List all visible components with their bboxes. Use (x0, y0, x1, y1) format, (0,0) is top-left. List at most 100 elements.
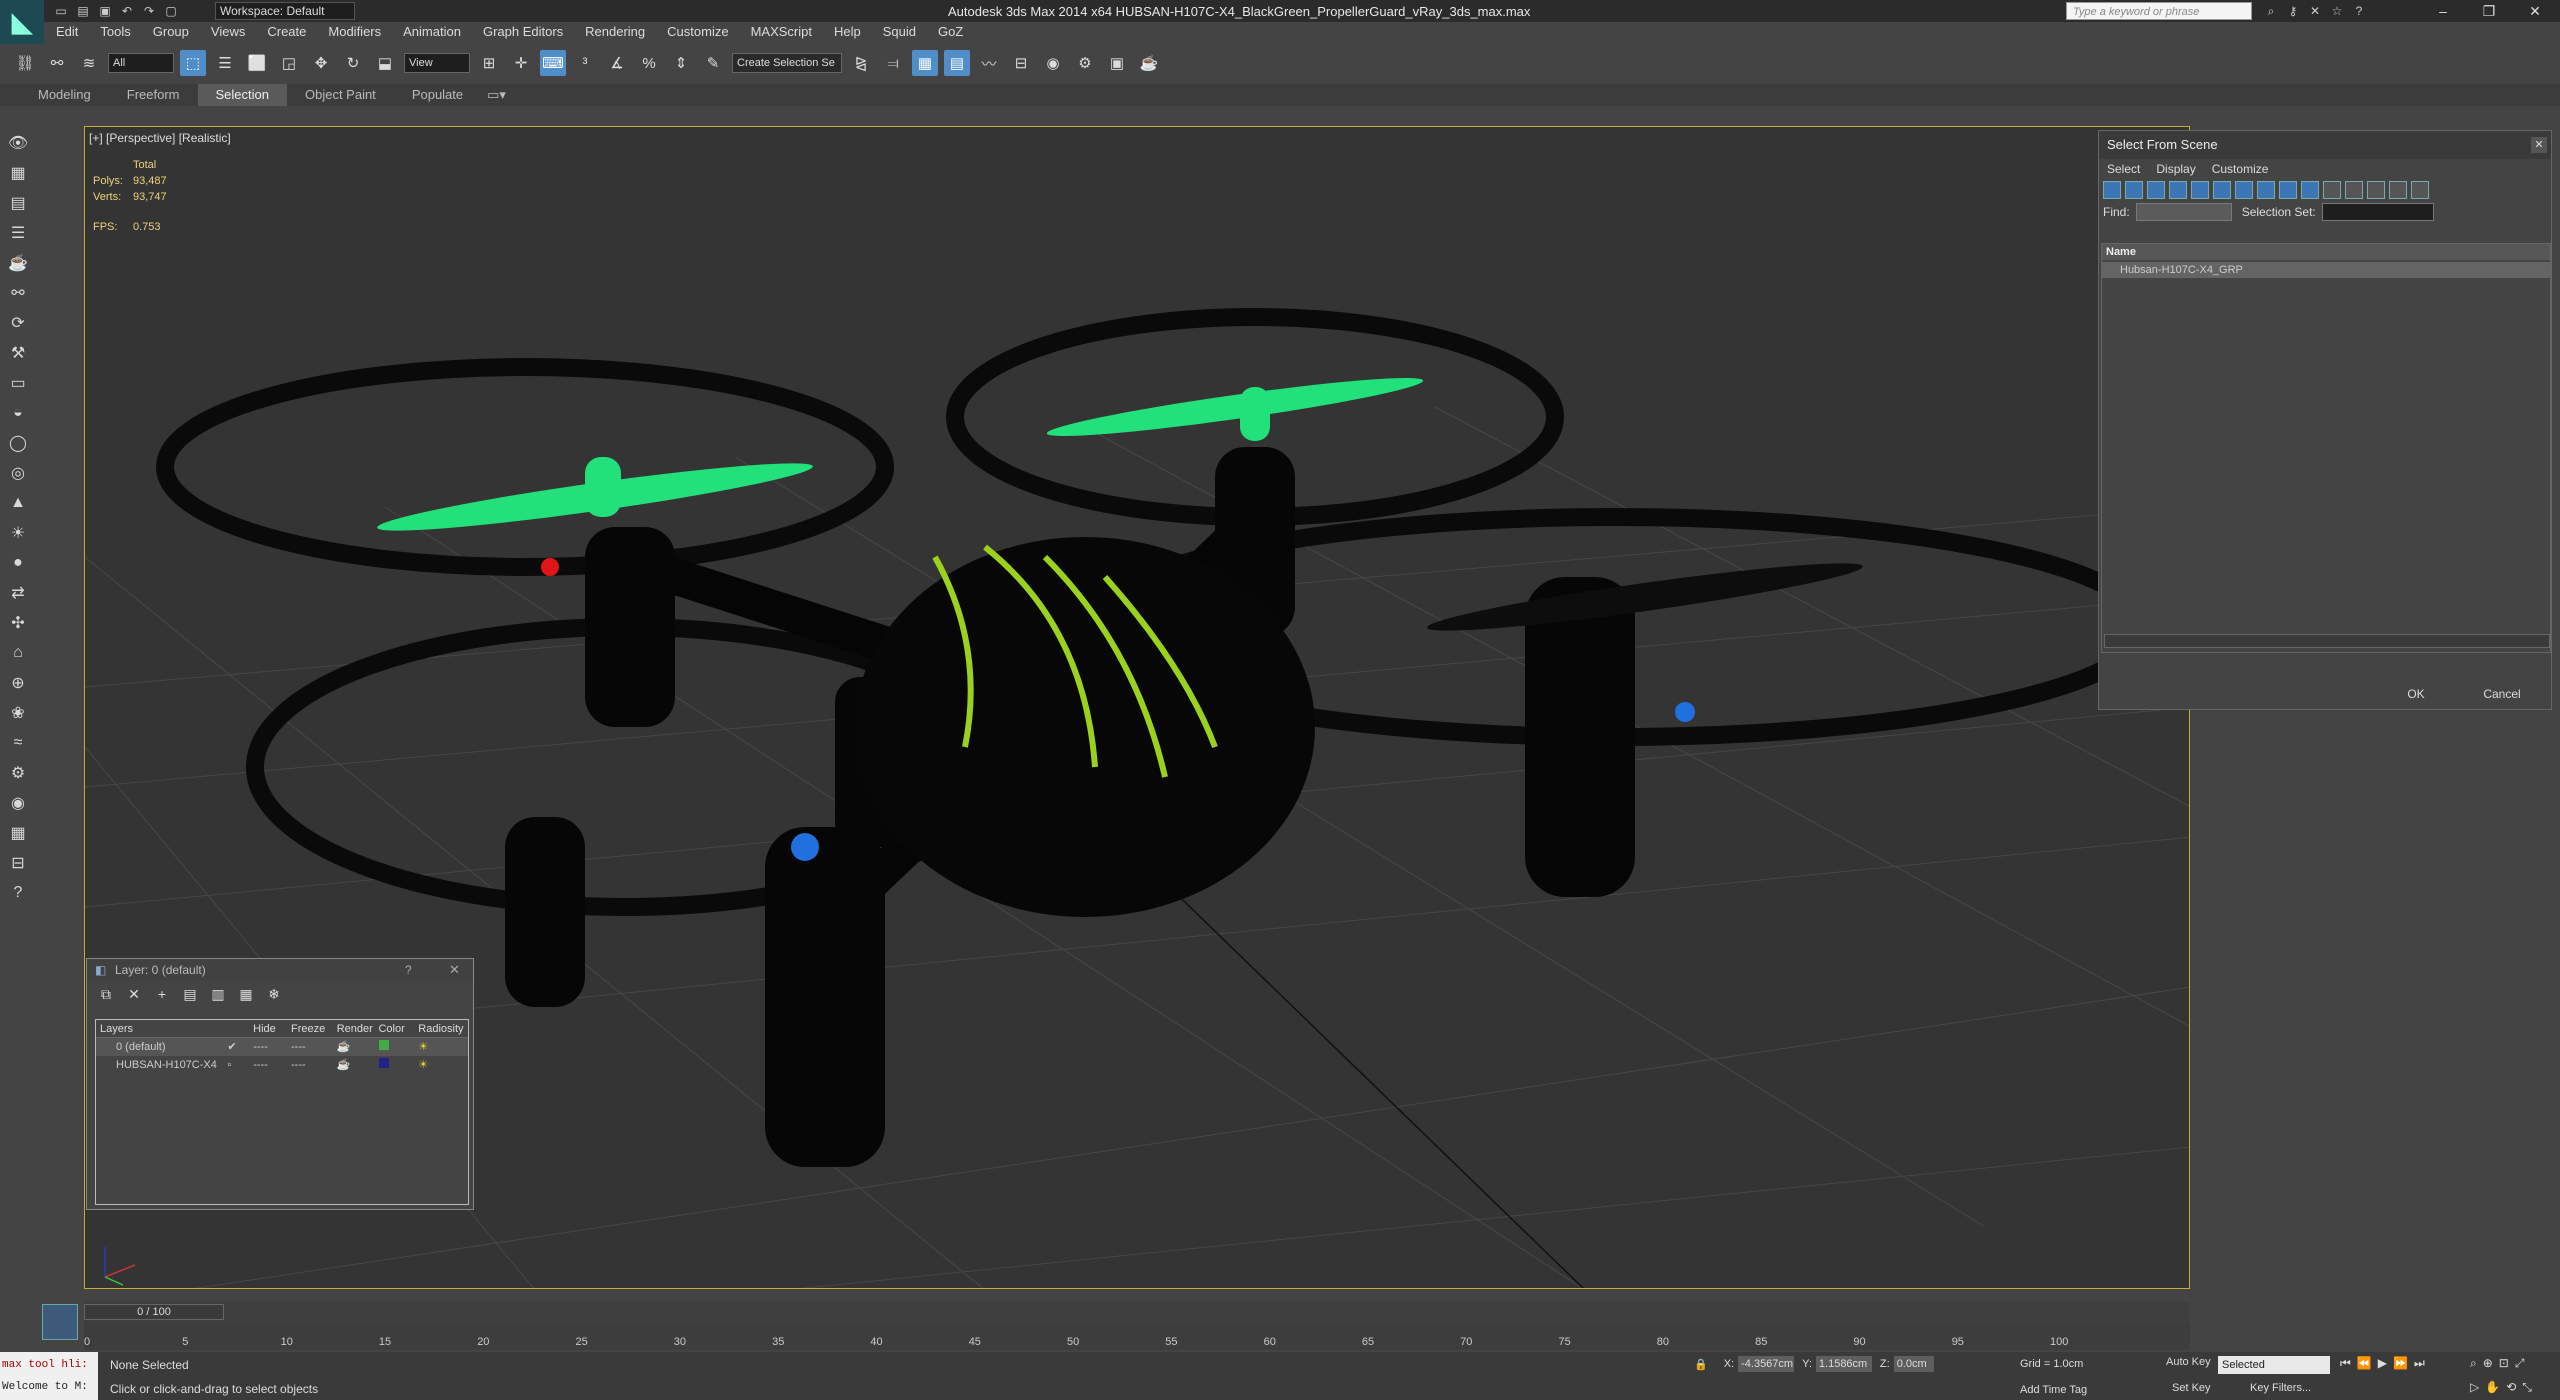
project-folder-icon[interactable]: ▢ (162, 3, 180, 19)
eye-icon[interactable]: 👁 (3, 130, 33, 156)
freeze-all-icon[interactable]: ❄ (263, 984, 285, 1004)
pan-icon[interactable]: ✋ (2485, 1380, 2500, 1395)
bones-filter-icon[interactable] (2279, 181, 2297, 199)
cancel-button[interactable]: Cancel (2472, 684, 2532, 704)
radiosity-icon[interactable]: ☀ (418, 1038, 468, 1056)
close-icon[interactable]: ✕ (449, 962, 460, 978)
rendered-frame-icon[interactable]: ▣ (1104, 50, 1130, 76)
material-editor-icon[interactable]: ◉ (1040, 50, 1066, 76)
teapot-icon[interactable]: ☕ (3, 250, 33, 276)
xrefs-filter-icon[interactable] (2257, 181, 2275, 199)
maxscript-listener[interactable]: max tool hli: Welcome to M: (0, 1352, 98, 1400)
go-to-start-icon[interactable]: ⏮ (2340, 1356, 2351, 1371)
undo-icon[interactable]: ↶ (118, 3, 136, 19)
display-all-icon[interactable] (2367, 181, 2385, 199)
menu-rendering[interactable]: Rendering (573, 22, 655, 42)
minimize-button[interactable]: – (2420, 0, 2466, 22)
add-to-layer-icon[interactable]: + (151, 984, 173, 1004)
save-icon[interactable]: ▣ (96, 3, 114, 19)
viewport-label[interactable]: [+] [Perspective] [Realistic] (85, 127, 235, 149)
containers-filter-icon[interactable] (2301, 181, 2319, 199)
link-icon[interactable]: ⛓ (12, 50, 38, 76)
pivot-icon[interactable]: ⊞ (476, 50, 502, 76)
hide-value[interactable]: ---- (253, 1038, 291, 1056)
list-item[interactable]: Hubsan-H107C-X4_GRP (2102, 262, 2550, 278)
star-icon[interactable]: ☆ (2328, 3, 2346, 19)
menu-animation[interactable]: Animation (391, 22, 471, 42)
align-icon[interactable]: ⫤ (880, 50, 906, 76)
layers-icon[interactable]: ▤ (3, 190, 33, 216)
app-logo-icon[interactable]: ◣ (0, 0, 44, 44)
particle-icon[interactable]: ✣ (3, 610, 33, 636)
layer-color-swatch[interactable] (378, 1040, 389, 1050)
y-coord-field[interactable]: 1.1586cm (1815, 1356, 1872, 1372)
spinner-snap-icon[interactable]: ⇕ (668, 50, 694, 76)
curve-editor-icon[interactable]: 〰 (976, 50, 1002, 76)
keyboard-shortcut-icon[interactable]: ⌨ (540, 50, 566, 76)
hide-value[interactable]: ---- (253, 1056, 291, 1074)
select-object-icon[interactable]: ⬚ (180, 50, 206, 76)
named-selection-dropdown[interactable]: Create Selection Se (732, 53, 842, 73)
fov-icon[interactable]: ▷ (2470, 1380, 2479, 1395)
menu-squid[interactable]: Squid (871, 22, 926, 42)
tab-populate[interactable]: Populate (394, 84, 481, 106)
help-search-input[interactable]: Type a keyword or phrase (2066, 2, 2252, 20)
x-coord-field[interactable]: -4.3567cm (1738, 1356, 1795, 1372)
freeze-value[interactable]: ---- (291, 1038, 337, 1056)
render-teapot-icon[interactable]: ☕ (337, 1056, 379, 1074)
set-key-button[interactable]: Set Key (2172, 1382, 2211, 1394)
helpers-filter-icon[interactable] (2191, 181, 2209, 199)
time-slider[interactable]: 0 / 100 (84, 1304, 224, 1320)
manipulate-icon[interactable]: ✛ (508, 50, 534, 76)
menu-goz[interactable]: GoZ (926, 22, 973, 42)
play-icon[interactable]: ▶ (2378, 1356, 2387, 1371)
list-icon[interactable]: ☰ (3, 220, 33, 246)
graphite-toggle-icon[interactable]: ▤ (944, 50, 970, 76)
options-icon[interactable]: ⊟ (3, 850, 33, 876)
redo-icon[interactable]: ↷ (140, 3, 158, 19)
key-mode-dropdown[interactable]: Selected (2218, 1356, 2330, 1374)
groups-filter-icon[interactable] (2235, 181, 2253, 199)
menu-views[interactable]: Views (199, 22, 255, 42)
maximize-toggle-icon[interactable]: ⤡ (2522, 1380, 2532, 1395)
menu-group[interactable]: Group (141, 22, 199, 42)
torus-icon[interactable]: ◎ (3, 460, 33, 486)
menu-customize[interactable]: Customize (2212, 162, 2269, 176)
motion-icon[interactable]: ⟳ (3, 310, 33, 336)
column-hide[interactable]: Hide (253, 1020, 291, 1037)
reference-coord-dropdown[interactable]: View (404, 53, 470, 73)
workspace-dropdown[interactable]: Workspace: Default (215, 2, 355, 20)
systems-icon[interactable]: ⚙ (3, 760, 33, 786)
tab-modeling[interactable]: Modeling (20, 84, 109, 106)
hierarchy-icon[interactable]: ⚯ (3, 280, 33, 306)
menu-create[interactable]: Create (255, 22, 316, 42)
spacewarps-filter-icon[interactable] (2213, 181, 2231, 199)
exchange-icon[interactable]: ✕ (2306, 3, 2324, 19)
previous-frame-icon[interactable]: ⏪ (2357, 1356, 2372, 1371)
light-icon[interactable]: ☀ (3, 520, 33, 546)
edit-named-selection-icon[interactable]: ✎ (700, 50, 726, 76)
frozen-filter-icon[interactable] (2323, 181, 2341, 199)
restore-button[interactable]: ❐ (2466, 0, 2512, 22)
render-setup-icon[interactable]: ⚙ (1072, 50, 1098, 76)
key-icon[interactable]: ⚷ (2284, 3, 2302, 19)
track-bar[interactable]: 0 5 10 15 20 25 30 35 40 45 50 55 60 65 70 75 80 85 90 95 10… (84, 1324, 2190, 1350)
table-row[interactable]: HUBSAN-H107C-X4 ▫ ---- ---- ☕ ☀ (96, 1056, 468, 1074)
render-teapot-icon[interactable]: ☕ (337, 1038, 379, 1056)
shapes-filter-icon[interactable] (2125, 181, 2143, 199)
horizontal-scrollbar[interactable] (2104, 634, 2550, 648)
orbit-icon[interactable]: ⟲ (2506, 1380, 2516, 1395)
scale-icon[interactable]: ⬓ (372, 50, 398, 76)
cameras-filter-icon[interactable] (2169, 181, 2187, 199)
close-icon[interactable]: ✕ (2531, 137, 2547, 153)
box-icon[interactable]: ▭ (3, 370, 33, 396)
column-layers[interactable]: Layers (96, 1020, 253, 1037)
new-file-icon[interactable]: ▭ (52, 3, 70, 19)
helper-icon[interactable]: ⇄ (3, 580, 33, 606)
open-file-icon[interactable]: ▤ (74, 3, 92, 19)
schematic-view-icon[interactable]: ⊟ (1008, 50, 1034, 76)
create-layer-icon[interactable]: ⧉ (95, 984, 117, 1004)
lock-icon[interactable]: 🔒 (1694, 1358, 1708, 1371)
menu-maxscript[interactable]: MAXScript (739, 22, 822, 42)
freeze-value[interactable]: ---- (291, 1056, 337, 1074)
